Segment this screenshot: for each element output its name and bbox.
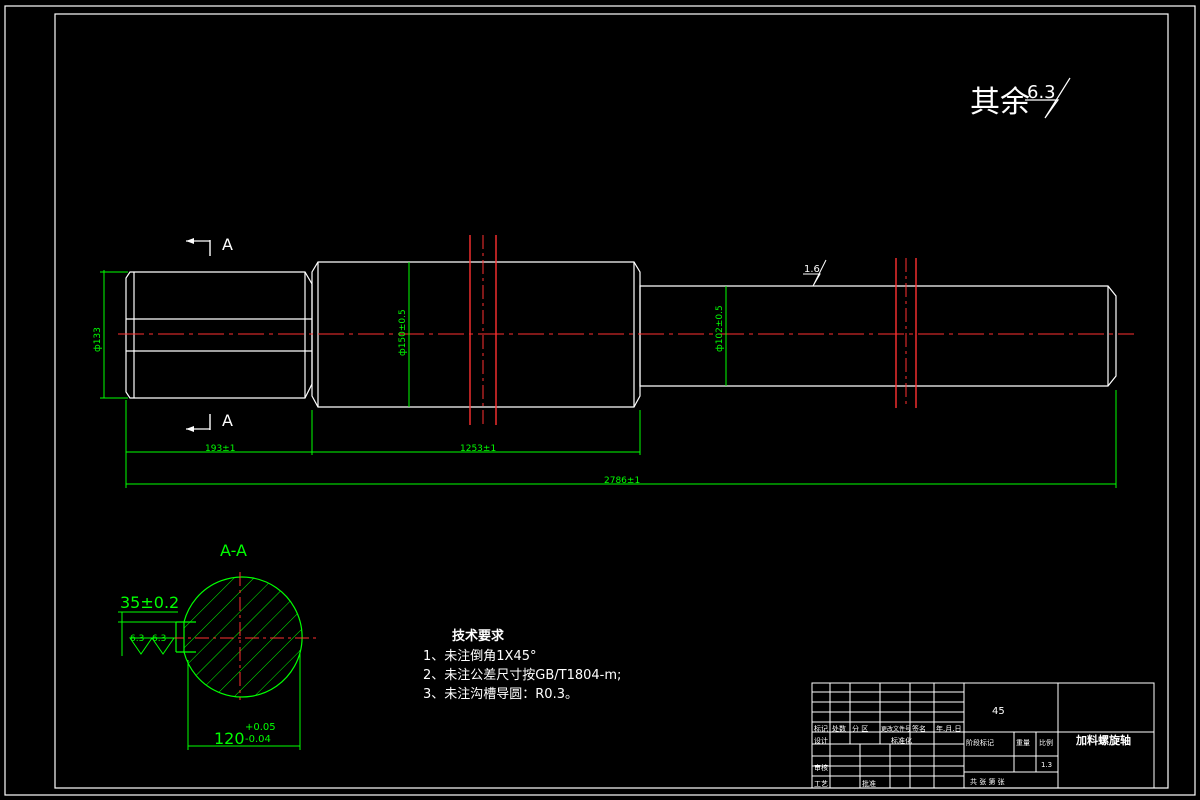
dim-len-total: 2786±1 [604,476,640,486]
svg-text:标记: 标记 [814,724,828,733]
dim-d-mid: ф150±0.5 [398,309,408,356]
dim-len-193: 193±1 [205,444,235,454]
svg-text:设计: 设计 [814,736,828,745]
part-name: 加料螺旋轴 [1075,733,1131,747]
cad-drawing: 其余 6.3 1.6 A A ф133 ф150±0.5 ф102±0.5 19… [4,5,1196,796]
dimensions [100,262,1117,488]
svg-text:阶段标记: 阶段标记 [966,738,994,747]
finish-1.6-label: 1.6 [804,264,820,275]
material: 45 [992,706,1005,717]
roughness-note: 其余 6.3 [970,77,1071,120]
dim-len-1253: 1253±1 [460,444,496,454]
tech-req-item-1: 1、未注倒角1X45° [423,649,537,664]
svg-text:重量: 重量 [1016,739,1030,747]
dim-section-upper: +0.05 [245,722,276,733]
section-marker-bottom: A [186,411,233,432]
key-finish-1: 6.3 [130,634,144,644]
svg-text:更改文件号: 更改文件号 [881,725,911,733]
shaft-right-section [639,285,1117,387]
svg-text:工艺: 工艺 [814,780,828,788]
section-label-bottom: A [222,411,233,430]
dim-keyway: 35±0.2 [120,593,179,612]
svg-text:处数: 处数 [832,724,846,733]
dim-d-right: ф102±0.5 [715,305,725,352]
dim-d-left: ф133 [93,327,103,352]
section-label-top: A [222,235,233,254]
svg-text:签名: 签名 [912,724,926,733]
tech-req-item-3: 3、未注沟槽导圆：R0.3。 [423,687,578,702]
tech-req-item-2: 2、未注公差尺寸按GB/T1804-m; [423,668,621,683]
svg-text:批准: 批准 [862,779,876,788]
scale-value: 1.3 [1041,761,1052,769]
svg-text:共 张 第 张: 共 张 第 张 [970,777,1005,786]
section-marker-top: A [186,235,233,256]
key-finish-2: 6.3 [152,634,166,644]
section-title: A-A [220,541,247,560]
dim-section-lower: -0.04 [245,734,271,745]
tech-requirements: 技术要求 1、未注倒角1X45° 2、未注公差尺寸按GB/T1804-m; 3、… [423,628,621,702]
roughness-prefix: 其余 [970,85,1030,120]
surface-finish-1.6: 1.6 [803,259,827,287]
tech-req-title: 技术要求 [452,628,505,644]
shaft-left-section [125,271,313,399]
svg-text:分 区: 分 区 [852,724,868,733]
svg-text:年.月.日: 年.月.日 [936,724,961,733]
svg-text:标准化: 标准化 [891,736,912,745]
dim-section-dia: 120 [214,729,245,748]
svg-text:审核: 审核 [814,763,828,772]
svg-text:比例: 比例 [1039,738,1053,747]
